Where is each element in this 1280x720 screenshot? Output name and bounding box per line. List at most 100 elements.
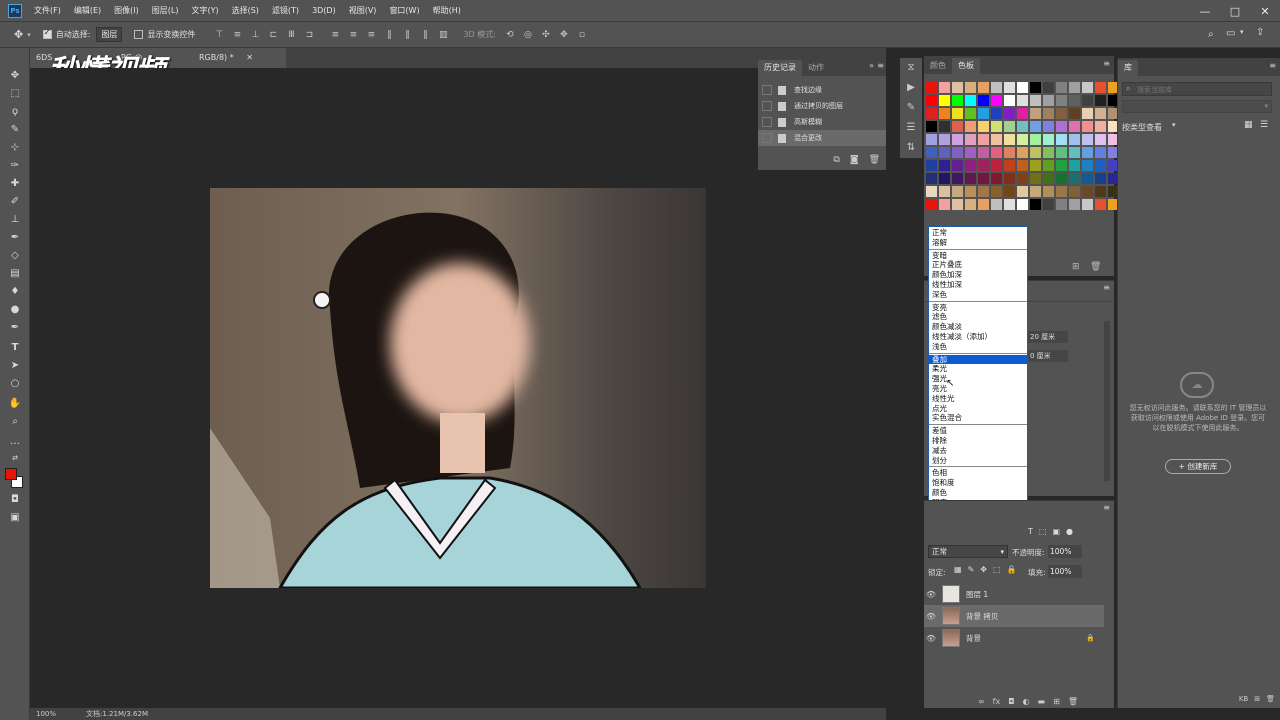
history-item[interactable]: 混合更改 bbox=[758, 130, 886, 146]
color-swatch[interactable] bbox=[1056, 134, 1067, 145]
color-swatch[interactable] bbox=[1095, 173, 1106, 184]
color-swatch[interactable] bbox=[965, 82, 976, 93]
color-swatch[interactable] bbox=[1017, 147, 1028, 158]
color-swatch[interactable] bbox=[1030, 186, 1041, 197]
blend-option[interactable]: 线性光 bbox=[932, 394, 1024, 404]
color-swatch[interactable] bbox=[952, 199, 963, 210]
panel-menu-icon[interactable]: ≡ bbox=[1103, 283, 1110, 292]
color-swatch[interactable] bbox=[991, 173, 1002, 184]
color-swatch[interactable] bbox=[926, 108, 937, 119]
color-swatch[interactable] bbox=[1004, 108, 1015, 119]
blend-option-selected[interactable]: 叠加 bbox=[929, 354, 1027, 365]
color-swatch[interactable] bbox=[1043, 173, 1054, 184]
color-swatch[interactable] bbox=[965, 134, 976, 145]
blend-option[interactable]: 颜色减淡 bbox=[932, 322, 1024, 332]
pen-tool-icon[interactable]: ✒ bbox=[7, 320, 23, 336]
distribute-right-icon[interactable]: ‖ bbox=[419, 29, 431, 41]
chevron-down-icon[interactable]: ▾ bbox=[1172, 121, 1176, 129]
color-swatch[interactable] bbox=[939, 199, 950, 210]
color-swatch[interactable] bbox=[926, 160, 937, 171]
color-swatch[interactable] bbox=[1017, 173, 1028, 184]
more-tools-icon[interactable]: … bbox=[7, 434, 23, 450]
color-swatch[interactable] bbox=[1069, 134, 1080, 145]
distribute-vcenter-icon[interactable]: ≡ bbox=[347, 29, 359, 41]
distribute-bottom-icon[interactable]: ≡ bbox=[365, 29, 377, 41]
color-swatch[interactable] bbox=[991, 95, 1002, 106]
color-swatch[interactable] bbox=[1056, 160, 1067, 171]
color-swatch[interactable] bbox=[1082, 95, 1093, 106]
color-swatch[interactable] bbox=[978, 186, 989, 197]
hand-tool-icon[interactable]: ✋ bbox=[7, 396, 23, 412]
close-button[interactable]: ✕ bbox=[1250, 0, 1280, 22]
color-swatch[interactable] bbox=[1017, 186, 1028, 197]
color-swatch[interactable] bbox=[952, 134, 963, 145]
snapshot-icon[interactable]: ◙ bbox=[850, 155, 859, 165]
eyedropper-tool-icon[interactable]: ✑ bbox=[7, 158, 23, 174]
color-swatch[interactable] bbox=[1082, 173, 1093, 184]
lock-position-icon[interactable]: ✥ bbox=[980, 565, 987, 574]
blend-option[interactable]: 线性减淡（添加） bbox=[932, 332, 1024, 342]
marquee-tool-icon[interactable]: ⬚ bbox=[7, 86, 23, 102]
eye-icon[interactable]: 👁 bbox=[924, 634, 938, 643]
color-swatch[interactable] bbox=[1095, 121, 1106, 132]
menu-view[interactable]: 视图(V) bbox=[349, 5, 377, 16]
menu-3d[interactable]: 3D(D) bbox=[312, 6, 336, 15]
history-source-icon[interactable] bbox=[762, 133, 772, 143]
panel-menu-icon[interactable]: ≡ bbox=[1269, 61, 1276, 70]
color-swatch[interactable] bbox=[965, 186, 976, 197]
tab-swatches[interactable]: 色板 bbox=[952, 58, 980, 74]
color-swatch[interactable] bbox=[1043, 108, 1054, 119]
color-swatch[interactable] bbox=[1043, 186, 1054, 197]
panel-menu-icon[interactable]: ≡ bbox=[1103, 59, 1110, 68]
3d-drag-icon[interactable]: ✣ bbox=[540, 29, 552, 41]
color-swatch[interactable] bbox=[1017, 82, 1028, 93]
zoom-tool-icon[interactable]: ⌕ bbox=[7, 414, 23, 430]
blend-option[interactable]: 颜色 bbox=[932, 488, 1024, 498]
menu-help[interactable]: 帮助(H) bbox=[433, 5, 461, 16]
color-swatch[interactable] bbox=[965, 121, 976, 132]
path-select-tool-icon[interactable]: ➤ bbox=[7, 358, 23, 374]
color-swatch[interactable] bbox=[1043, 134, 1054, 145]
color-swatch[interactable] bbox=[965, 160, 976, 171]
color-swatch[interactable] bbox=[1082, 186, 1093, 197]
shape-tool-icon[interactable]: ○ bbox=[7, 376, 23, 392]
color-swatch[interactable] bbox=[926, 95, 937, 106]
color-swatch[interactable] bbox=[1004, 173, 1015, 184]
blend-option[interactable]: 变暗 bbox=[932, 251, 1024, 261]
history-item[interactable]: 高斯模糊 bbox=[758, 114, 886, 130]
color-swatch[interactable] bbox=[1056, 199, 1067, 210]
color-swatch[interactable] bbox=[965, 95, 976, 106]
lock-pixels-icon[interactable]: ✎ bbox=[968, 565, 975, 574]
color-swatch[interactable] bbox=[939, 108, 950, 119]
add-mask-icon[interactable]: ◘ bbox=[1008, 697, 1014, 706]
panel-menu-icon[interactable]: ≡ bbox=[877, 61, 884, 70]
history-item[interactable]: 通过拷贝的图层 bbox=[758, 98, 886, 114]
color-swatch[interactable] bbox=[1082, 134, 1093, 145]
color-swatch[interactable] bbox=[1004, 82, 1015, 93]
trash-icon[interactable]: 🗑 bbox=[1068, 697, 1078, 706]
color-swatch[interactable] bbox=[926, 134, 937, 145]
lasso-tool-icon[interactable]: ϙ bbox=[7, 104, 23, 120]
collapse-icon[interactable]: » bbox=[869, 61, 874, 70]
blend-option[interactable]: 深色 bbox=[932, 290, 1024, 300]
history-source-icon[interactable] bbox=[762, 85, 772, 95]
color-swatch[interactable] bbox=[939, 160, 950, 171]
menu-window[interactable]: 窗口(W) bbox=[389, 5, 419, 16]
foreground-color-swatch[interactable] bbox=[5, 468, 17, 480]
color-swatch[interactable] bbox=[1095, 160, 1106, 171]
color-swatch[interactable] bbox=[965, 147, 976, 158]
dodge-tool-icon[interactable]: ● bbox=[7, 302, 23, 318]
color-swatch[interactable] bbox=[991, 134, 1002, 145]
fx-icon[interactable]: fx bbox=[993, 697, 1001, 706]
color-swatch[interactable] bbox=[978, 147, 989, 158]
color-swatch[interactable] bbox=[1056, 121, 1067, 132]
color-swatch[interactable] bbox=[1004, 95, 1015, 106]
trash-icon[interactable]: 🗑 bbox=[1266, 695, 1275, 703]
color-swatch[interactable] bbox=[1095, 108, 1106, 119]
actions-panel-icon[interactable]: ▶ bbox=[900, 78, 922, 98]
library-search-input[interactable] bbox=[1137, 84, 1267, 95]
color-swatch[interactable] bbox=[1017, 199, 1028, 210]
color-swatch[interactable] bbox=[1069, 160, 1080, 171]
color-swatch[interactable] bbox=[1069, 147, 1080, 158]
share-icon[interactable]: ⇪ bbox=[1256, 27, 1264, 38]
